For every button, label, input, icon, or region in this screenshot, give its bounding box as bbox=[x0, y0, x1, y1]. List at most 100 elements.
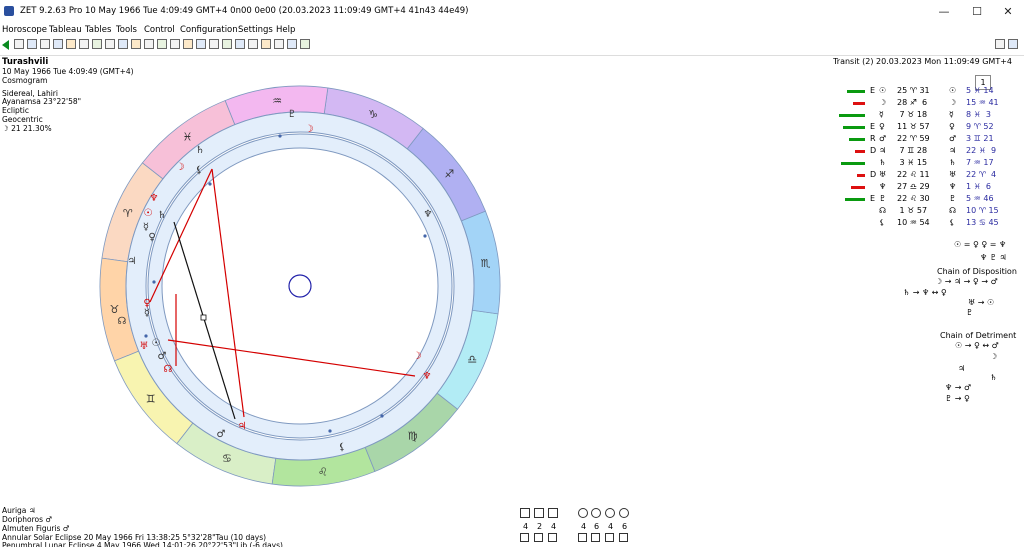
planet-row[interactable]: E ♇ 22 ♌ 30 ♇ 5 ♒ 46 bbox=[835, 194, 1020, 205]
window-title: ZET 9.2.63 Pro 10 May 1966 Tue 4:09:49 G… bbox=[20, 6, 469, 16]
natal-position: 27 ♎ 29 bbox=[897, 182, 930, 191]
planet-row[interactable]: E ☉ 25 ♈ 31 ☉ 5 ♓ 14 bbox=[835, 86, 1020, 97]
tool-icon-9[interactable] bbox=[118, 39, 128, 49]
tool-icon-2[interactable] bbox=[27, 39, 37, 49]
uranus-glyph: ♅ bbox=[140, 341, 149, 352]
sign-glyph-capricorn: ♑ bbox=[368, 108, 378, 121]
planet-row[interactable]: E ♀ 11 ♉ 57 ♀ 9 ♈ 52 bbox=[835, 122, 1020, 133]
pattern-box-2[interactable] bbox=[534, 533, 543, 542]
pattern-box-5[interactable] bbox=[591, 533, 600, 542]
tool-icon-22[interactable] bbox=[287, 39, 297, 49]
menu-tools[interactable]: Tools bbox=[116, 25, 137, 35]
tool-icon-20[interactable] bbox=[261, 39, 271, 49]
tool-icon-10[interactable] bbox=[131, 39, 141, 49]
tool-icon-12[interactable] bbox=[157, 39, 167, 49]
pattern-count-6: 4 bbox=[608, 522, 614, 531]
tool-icon-14[interactable] bbox=[183, 39, 193, 49]
planet-row[interactable]: R ♂ 22 ♈ 59 ♂ 3 ♊ 21 bbox=[835, 134, 1020, 145]
aspect-strength-bar bbox=[843, 126, 865, 129]
mars-glyph: ♂ bbox=[158, 351, 167, 362]
pattern-count-4: 4 bbox=[581, 522, 587, 531]
menu-configuration[interactable]: Configuration bbox=[180, 25, 238, 35]
natal-position: 3 ♓ 15 bbox=[897, 158, 928, 167]
tool-icon-6[interactable] bbox=[79, 39, 89, 49]
menu-control[interactable]: Control bbox=[144, 25, 175, 35]
pattern-icon-3[interactable] bbox=[548, 508, 558, 518]
tool-icon-18[interactable] bbox=[235, 39, 245, 49]
pattern-icon-1[interactable] bbox=[520, 508, 530, 518]
planet-mark: E bbox=[870, 122, 876, 131]
tool-icon-23[interactable] bbox=[300, 39, 310, 49]
auriga: Auriga ♃ bbox=[2, 506, 36, 515]
transit-position: 10 ♈ 15 bbox=[966, 206, 999, 215]
pattern-icon-7[interactable] bbox=[619, 508, 629, 518]
sign-glyph-virgo: ♍ bbox=[408, 429, 418, 442]
tool-icon-3[interactable] bbox=[40, 39, 50, 49]
menu-help[interactable]: Help bbox=[276, 25, 295, 35]
natal-planet-glyph: ☿ bbox=[879, 110, 884, 119]
tool-icon-21[interactable] bbox=[274, 39, 284, 49]
ruler-chain-top: ☉ = ♀ ♀ = ♆ bbox=[954, 240, 1007, 249]
menu-tables[interactable]: Tables bbox=[85, 25, 111, 35]
pattern-box-1[interactable] bbox=[520, 533, 529, 542]
planet-mark: E bbox=[870, 86, 876, 95]
planet-row[interactable]: D ♃ 7 ♊ 28 ♃ 22 ♓ 9 bbox=[835, 146, 1020, 157]
menu-horoscope[interactable]: Horoscope bbox=[2, 25, 47, 35]
transit-planet-glyph: ♂ bbox=[949, 134, 957, 143]
tool-icon-25[interactable] bbox=[1008, 39, 1018, 49]
pattern-count-1: 4 bbox=[523, 522, 529, 531]
back-arrow-icon[interactable] bbox=[2, 40, 9, 50]
pattern-icon-2[interactable] bbox=[534, 508, 544, 518]
node-glyph-2: ☊ bbox=[164, 364, 173, 375]
menu-tableau[interactable]: Tableau bbox=[49, 25, 82, 35]
pattern-box-6[interactable] bbox=[605, 533, 614, 542]
transit-header: Transit (2) 20.03.2023 Mon 11:09:49 GMT+… bbox=[833, 57, 1012, 66]
planet-row[interactable]: ☊ 1 ♉ 57 ☊ 10 ♈ 15 bbox=[835, 206, 1020, 217]
pattern-icon-5[interactable] bbox=[591, 508, 601, 518]
natal-planet-glyph: ☉ bbox=[879, 86, 887, 95]
natal-planet-glyph: ♅ bbox=[879, 170, 887, 179]
planet-row[interactable]: D ♅ 22 ♌ 11 ♅ 22 ♈ 4 bbox=[835, 170, 1020, 181]
tool-icon-17[interactable] bbox=[222, 39, 232, 49]
planet-mark: D bbox=[870, 170, 877, 179]
pattern-box-3[interactable] bbox=[548, 533, 557, 542]
aspect-strength-bar bbox=[839, 114, 865, 117]
tool-icon-8[interactable] bbox=[105, 39, 115, 49]
planet-row[interactable]: ⚸ 10 ♒ 54 ⚸ 13 ♋ 45 bbox=[835, 218, 1020, 229]
pattern-icon-6[interactable] bbox=[605, 508, 615, 518]
detriment-chain-line-2: ☽ bbox=[990, 352, 998, 361]
close-button[interactable]: ✕ bbox=[993, 3, 1023, 21]
minimize-button[interactable]: — bbox=[929, 3, 959, 21]
maximize-button[interactable]: ☐ bbox=[962, 3, 992, 21]
pattern-count-3: 4 bbox=[551, 522, 557, 531]
app-icon bbox=[4, 6, 14, 16]
disposition-chain-line-1: ☽ → ♃ → ♀ → ♂ bbox=[935, 277, 998, 286]
natal-position: 7 ♊ 28 bbox=[897, 146, 928, 155]
tool-icon-24[interactable] bbox=[995, 39, 1005, 49]
menu-settings[interactable]: Settings bbox=[238, 25, 273, 35]
lilith-glyph: ⚸ bbox=[195, 165, 202, 176]
tool-icon-5[interactable] bbox=[66, 39, 76, 49]
almuten-figuris: Almuten Figuris ♂ bbox=[2, 524, 70, 533]
position-marker-1 bbox=[278, 134, 282, 138]
zodiac-wheel[interactable]: ♈♉♊♋♌♍♎♏♐♑♒♓♇☽♄☽ ⚸♆☉ ♄☿♀♃♀☿☊☉♅♂☊♆♆☽♃♂⚸ bbox=[90, 76, 510, 496]
chart-name: Turashvili bbox=[2, 57, 49, 67]
pattern-box-4[interactable] bbox=[578, 533, 587, 542]
planet-row[interactable]: ☽ 28 ♐ 6 ☽ 15 ♒ 41 bbox=[835, 98, 1020, 109]
tool-icon-4[interactable] bbox=[53, 39, 63, 49]
planet-row[interactable]: ♄ 3 ♓ 15 ♄ 7 ♒ 17 bbox=[835, 158, 1020, 169]
ayanamsa: Ayanamsa 23°22'58" bbox=[2, 97, 82, 106]
pattern-icon-4[interactable] bbox=[578, 508, 588, 518]
tool-icon-1[interactable] bbox=[14, 39, 24, 49]
tool-icon-15[interactable] bbox=[196, 39, 206, 49]
tool-icon-19[interactable] bbox=[248, 39, 258, 49]
tool-icon-7[interactable] bbox=[92, 39, 102, 49]
tool-icon-13[interactable] bbox=[170, 39, 180, 49]
planet-row[interactable]: ♆ 27 ♎ 29 ♆ 1 ♓ 6 bbox=[835, 182, 1020, 193]
tool-icon-16[interactable] bbox=[209, 39, 219, 49]
pattern-box-7[interactable] bbox=[619, 533, 628, 542]
transit-planet-glyph: ♅ bbox=[949, 170, 957, 179]
jupiter-glyph-2: ♃ bbox=[238, 421, 247, 432]
planet-row[interactable]: ☿ 7 ♉ 18 ☿ 8 ♓ 3 bbox=[835, 110, 1020, 121]
tool-icon-11[interactable] bbox=[144, 39, 154, 49]
